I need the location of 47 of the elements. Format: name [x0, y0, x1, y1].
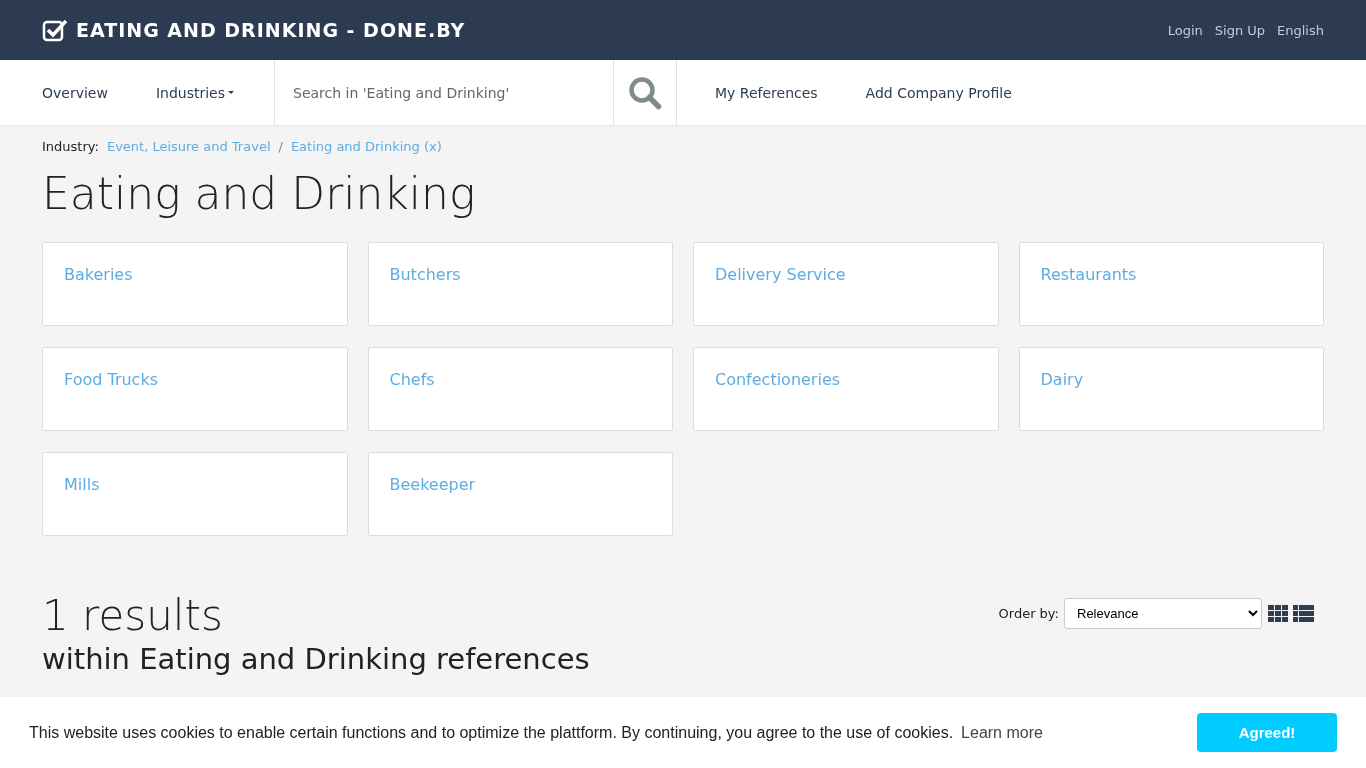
- nav-link[interactable]: Add Company Profile: [865, 84, 1012, 101]
- category-link[interactable]: Butchers: [389, 265, 461, 284]
- header-link[interactable]: English: [1277, 22, 1324, 38]
- page-title: Eating and Drinking: [42, 167, 477, 221]
- category-link[interactable]: Chefs: [389, 370, 435, 389]
- category-card[interactable]: Chefs: [367, 347, 673, 431]
- breadcrumb-link[interactable]: Event, Leisure and Travel: [106, 139, 271, 154]
- category-link[interactable]: Delivery Service: [715, 265, 846, 284]
- category-card[interactable]: Bakeries: [42, 242, 348, 326]
- results-count: 1 results: [42, 592, 224, 640]
- cookie-message: This website uses cookies to enable certain functions and to optimize the plattform. By continuing, you agree to the use of cookies.: [29, 723, 954, 742]
- order-select[interactable]: Relevance: [1064, 598, 1262, 629]
- agree-button[interactable]: Agreed!: [1197, 713, 1337, 752]
- search-field[interactable]: Search in 'Eating and Drinking': [275, 84, 613, 101]
- breadcrumb-separator: /: [278, 139, 283, 154]
- category-card[interactable]: Beekeeper: [367, 452, 673, 536]
- search-icon: [628, 75, 662, 110]
- header-link[interactable]: Sign Up: [1214, 22, 1266, 38]
- category-link[interactable]: Dairy: [1040, 370, 1084, 389]
- category-card[interactable]: Restaurants: [1018, 242, 1324, 326]
- learn-more-link[interactable]: Learn more: [961, 723, 1043, 742]
- category-link[interactable]: Confectioneries: [715, 370, 841, 389]
- category-card[interactable]: Dairy: [1018, 347, 1324, 431]
- header-link[interactable]: Login: [1167, 22, 1203, 38]
- nav-link[interactable]: My References: [715, 84, 818, 101]
- site-title[interactable]: EATING AND DRINKING - DONE.BY: [76, 19, 466, 41]
- category-card[interactable]: Food Trucks: [42, 347, 348, 431]
- results-subtitle: within Eating and Drinking references: [42, 641, 590, 678]
- nav-link[interactable]: Overview: [42, 84, 108, 101]
- category-card[interactable]: Butchers: [367, 242, 673, 326]
- list-view-icon[interactable]: [1293, 605, 1314, 622]
- search-button[interactable]: [613, 60, 677, 125]
- breadcrumb-label: Industry:: [42, 139, 99, 154]
- category-link[interactable]: Bakeries: [64, 265, 133, 284]
- caret-icon: [228, 91, 235, 94]
- dropdown-menu-link[interactable]: Industries: [155, 84, 235, 101]
- breadcrumb-link[interactable]: Eating and Drinking (x): [290, 139, 442, 154]
- category-link[interactable]: Mills: [64, 475, 100, 494]
- category-link[interactable]: Beekeeper: [389, 475, 476, 494]
- category-card[interactable]: Confectioneries: [693, 347, 999, 431]
- category-card[interactable]: Mills: [42, 452, 348, 536]
- checkbox-logo-icon: [42, 18, 68, 42]
- category-link[interactable]: Food Trucks: [64, 370, 158, 389]
- category-card[interactable]: Delivery Service: [693, 242, 999, 326]
- order-label: Order by:: [998, 606, 1059, 621]
- grid-view-icon[interactable]: [1268, 605, 1288, 622]
- category-link[interactable]: Restaurants: [1040, 265, 1137, 284]
